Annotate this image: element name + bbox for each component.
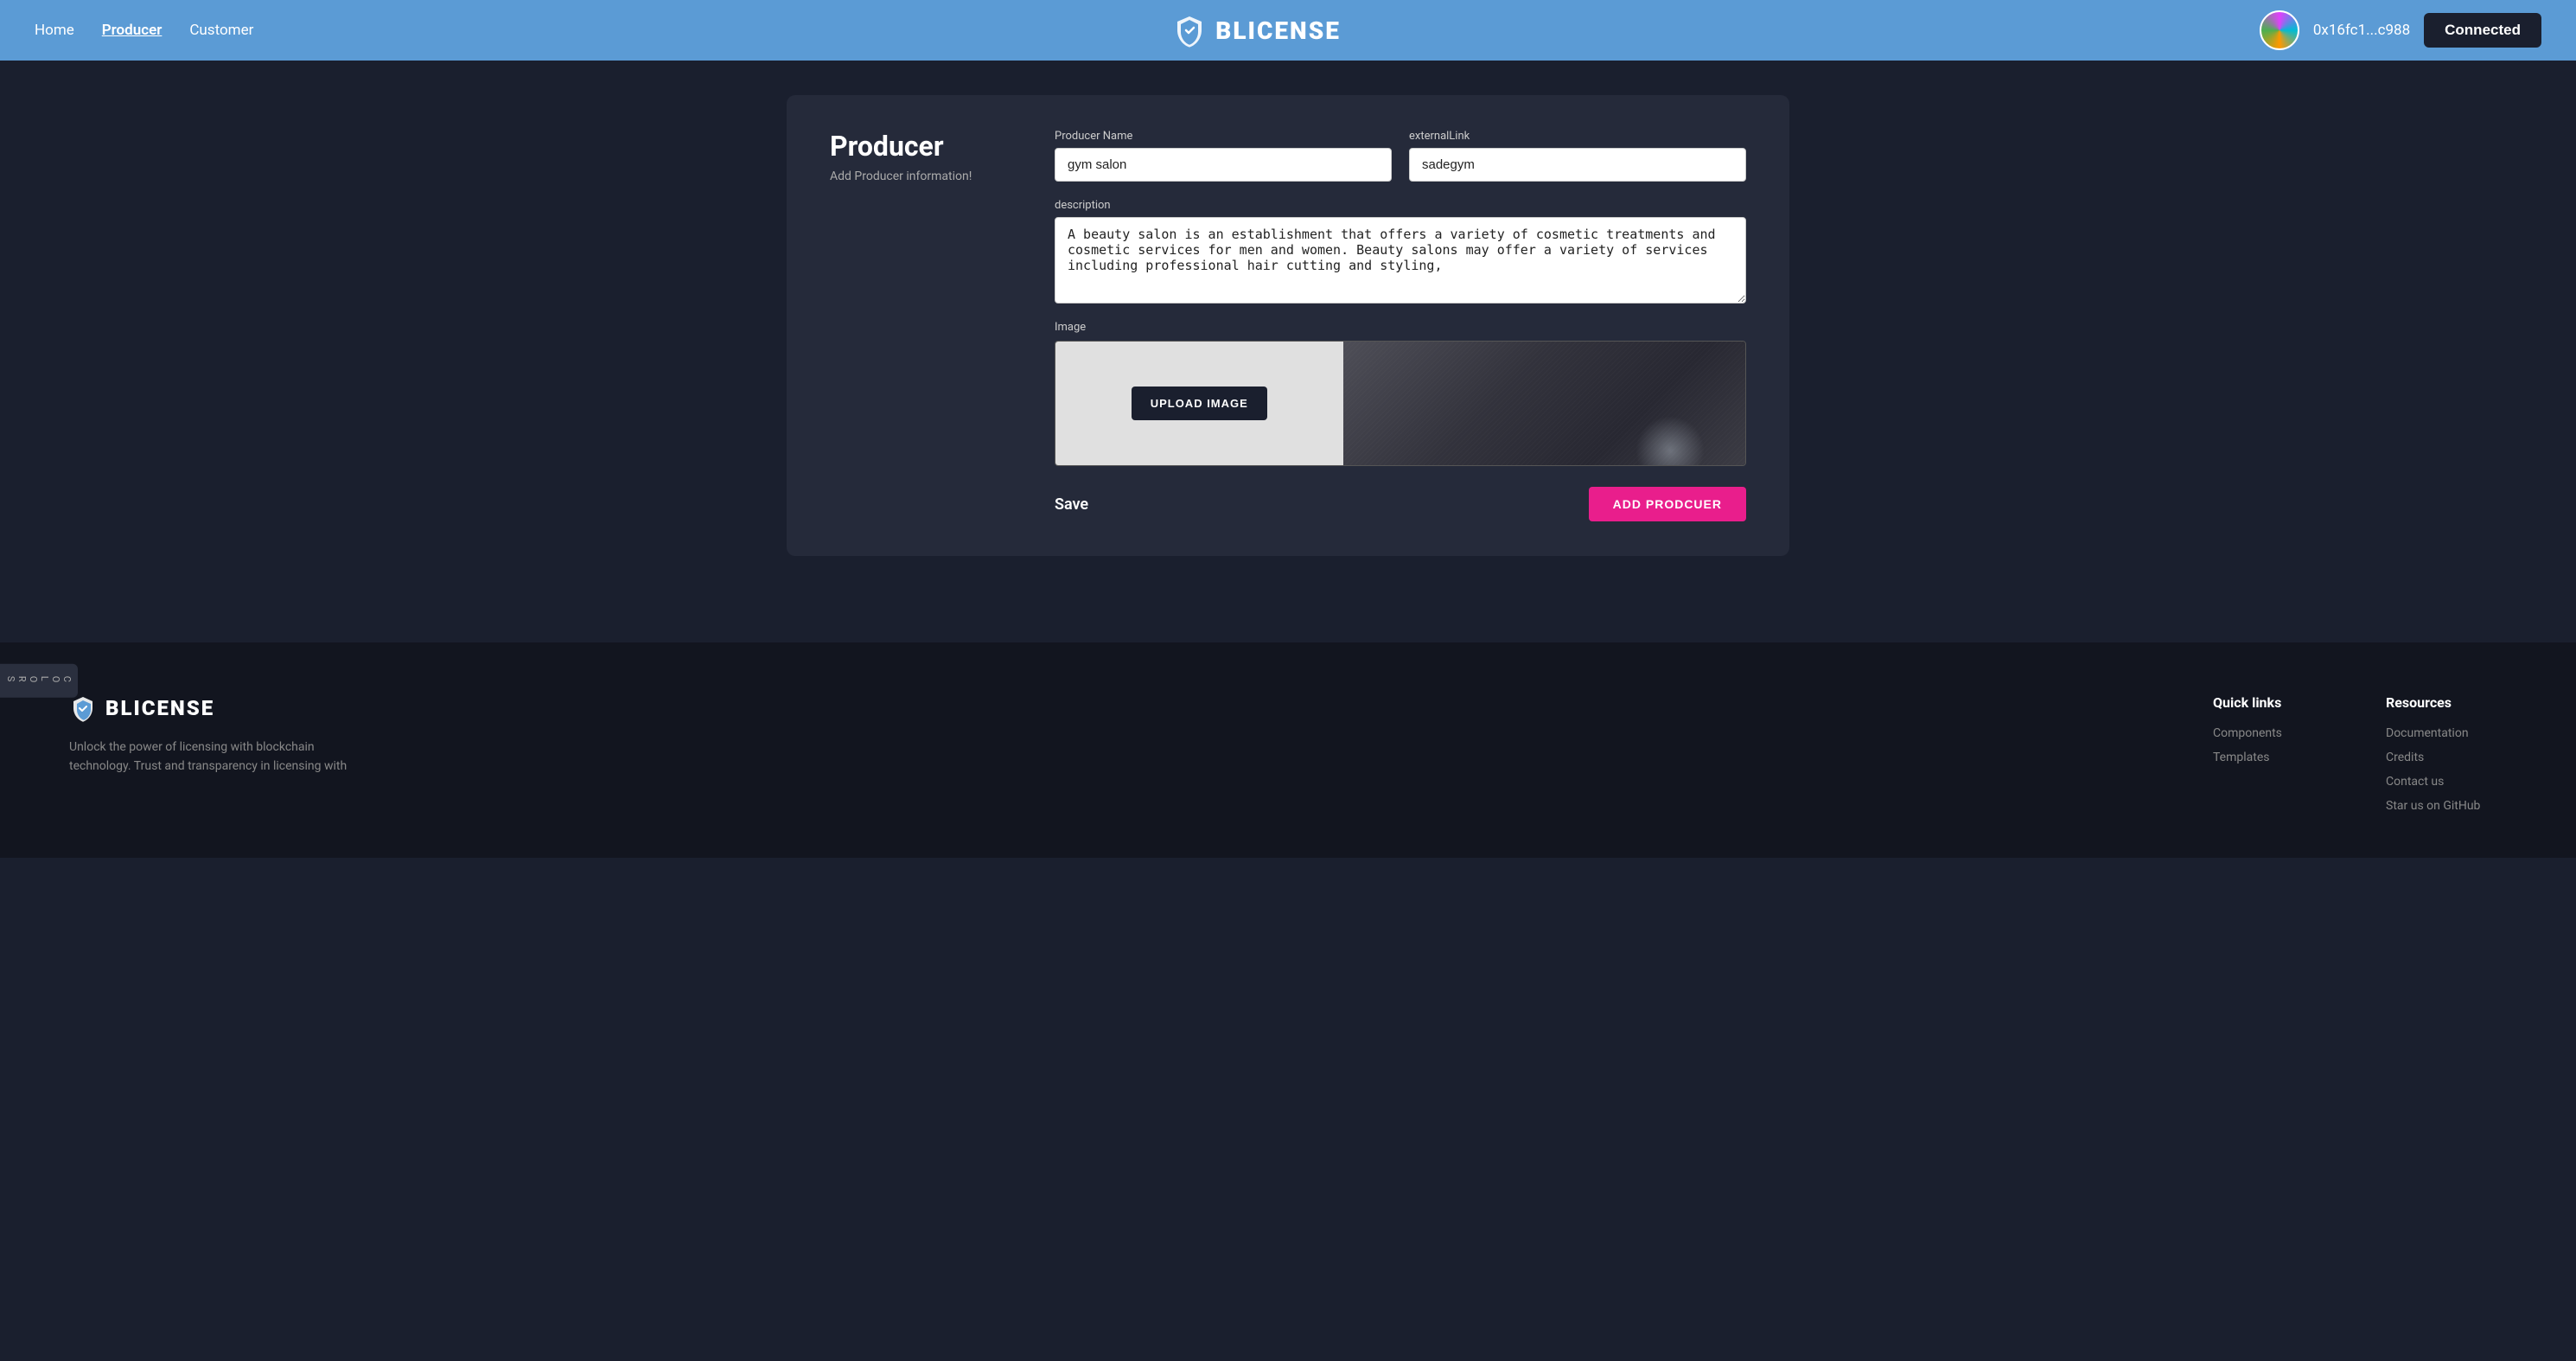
producer-name-input[interactable] [1055,148,1392,182]
connected-button[interactable]: Connected [2424,13,2541,48]
producer-name-label: Producer Name [1055,130,1392,143]
colors-label: COLORS [5,676,73,686]
footer-link-github[interactable]: Star us on GitHub [2386,799,2507,813]
upload-image-button[interactable]: UPLOAD IMAGE [1132,387,1267,420]
footer-link-credits[interactable]: Credits [2386,751,2507,764]
footer-logo-icon [69,694,97,722]
footer-link-documentation[interactable]: Documentation [2386,726,2507,740]
footer-link-templates[interactable]: Templates [2213,751,2334,764]
producer-card: Producer Add Producer information! Produ… [787,95,1789,556]
footer-link-components[interactable]: Components [2213,726,2334,740]
footer-brand: BLICENSE Unlock the power of licensing w… [69,694,1293,776]
nav-producer[interactable]: Producer [102,22,163,39]
footer-description: Unlock the power of licensing with block… [69,738,363,776]
footer-logo: BLICENSE [69,694,1293,722]
producer-name-group: Producer Name [1055,130,1392,182]
image-preview-overlay [1343,342,1746,465]
save-row: Save ADD PRODCUER [1055,487,1746,521]
producer-left: Producer Add Producer information! [830,130,1003,521]
external-link-group: externalLink [1409,130,1746,182]
footer-quick-links-title: Quick links [2213,694,2334,711]
main-content: Producer Add Producer information! Produ… [0,61,2576,591]
description-label: description [1055,199,1746,212]
save-text: Save [1055,495,1088,514]
producer-layout: Producer Add Producer information! Produ… [830,130,1746,521]
nav-links: Home Producer Customer [35,22,253,39]
logo-shield-icon [1172,13,1207,48]
footer-resources: Resources Documentation Credits Contact … [2386,694,2507,823]
footer-logo-text: BLICENSE [105,696,214,720]
footer-resources-title: Resources [2386,694,2507,711]
add-producer-button[interactable]: ADD PRODCUER [1589,487,1746,521]
nav-home[interactable]: Home [35,22,74,39]
nav-customer[interactable]: Customer [189,22,253,39]
footer-layout: BLICENSE Unlock the power of licensing w… [69,694,2507,823]
image-section: Image UPLOAD IMAGE [1055,321,1746,466]
nav-logo: BLICENSE [1172,13,1341,48]
nav-right: 0x16fc1...c988 Connected [2260,10,2541,50]
external-link-label: externalLink [1409,130,1746,143]
wallet-avatar [2260,10,2299,50]
navbar: Home Producer Customer BLICENSE 0x16fc1.… [0,0,2576,61]
image-label: Image [1055,321,1746,334]
image-preview [1343,342,1746,465]
form-row-2: description A beauty salon is an establi… [1055,199,1746,304]
footer-quick-links: Quick links Components Templates [2213,694,2334,775]
wallet-address: 0x16fc1...c988 [2313,22,2410,39]
footer-link-contact[interactable]: Contact us [2386,775,2507,789]
colors-panel[interactable]: COLORS [0,664,78,698]
image-container: UPLOAD IMAGE [1055,341,1746,466]
description-textarea[interactable]: A beauty salon is an establishment that … [1055,217,1746,304]
producer-page-title: Producer [830,130,1003,163]
form-row-1: Producer Name externalLink [1055,130,1746,182]
logo-text: BLICENSE [1215,16,1341,45]
external-link-input[interactable] [1409,148,1746,182]
upload-area[interactable]: UPLOAD IMAGE [1055,342,1343,465]
description-group: description A beauty salon is an establi… [1055,199,1746,304]
producer-form: Producer Name externalLink description A… [1055,130,1746,521]
footer: BLICENSE Unlock the power of licensing w… [0,642,2576,858]
producer-subtitle: Add Producer information! [830,169,1003,183]
